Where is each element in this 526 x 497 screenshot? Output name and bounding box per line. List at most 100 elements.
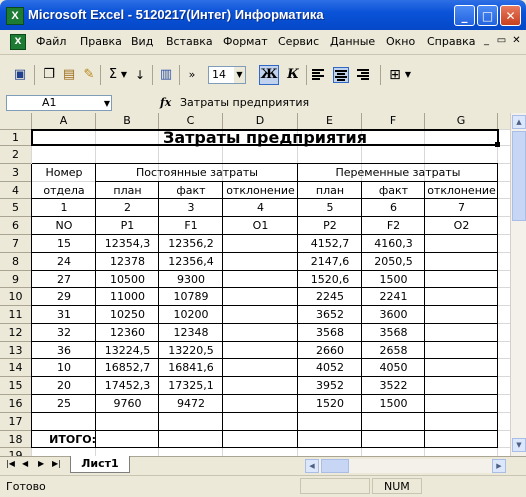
workbook-icon[interactable]: X [10, 34, 26, 50]
name-box-dropdown-icon[interactable]: ▼ [104, 97, 110, 111]
title-bar[interactable]: X Microsoft Excel - 5120217(Интег) Инфор… [0, 0, 526, 30]
data-cell[interactable]: 25 [32, 395, 96, 413]
data-cell[interactable]: 9300 [159, 271, 223, 288]
save-icon[interactable]: ▣ [10, 65, 30, 85]
close-button[interactable]: ✕ [500, 5, 521, 26]
scroll-right-icon[interactable]: ▶ [492, 459, 506, 473]
data-cell[interactable]: 10 [32, 359, 96, 377]
row-header-6[interactable]: 6 [0, 217, 32, 235]
row-header-13[interactable]: 13 [0, 342, 32, 359]
column-code-cell[interactable]: F1 [159, 217, 223, 235]
data-cell[interactable]: 24 [32, 253, 96, 271]
data-cell[interactable]: 13220,5 [159, 342, 223, 359]
autosum-icon[interactable]: Σ [105, 65, 121, 85]
data-cell[interactable]: 12354,3 [96, 235, 159, 253]
header-plan[interactable]: план [298, 182, 362, 199]
worksheet-grid[interactable]: A B C D E F G 1 2 3 4 5 6 7 8 9 10 11 12 13 14 15 16 17 18 19 Затр… [0, 113, 510, 456]
data-cell[interactable]: 9760 [96, 395, 159, 413]
data-cell[interactable]: 3600 [362, 306, 425, 324]
data-cell[interactable]: 15 [32, 235, 96, 253]
data-cell[interactable]: 2660 [298, 342, 362, 359]
column-number-cell[interactable]: 3 [159, 199, 223, 217]
data-cell[interactable]: 4152,7 [298, 235, 362, 253]
align-right-icon[interactable] [355, 67, 371, 83]
row-header-14[interactable]: 14 [0, 359, 32, 377]
scroll-left-icon[interactable]: ◀ [305, 459, 319, 473]
total-label-cell[interactable]: ИТОГО: [32, 431, 96, 448]
data-cell[interactable]: 27 [32, 271, 96, 288]
column-header-b[interactable]: B [96, 113, 159, 130]
font-size-select[interactable]: 14 ▼ [208, 66, 246, 84]
paste-icon[interactable]: ▤ [60, 65, 78, 85]
prev-sheet-icon[interactable]: ◀ [22, 459, 28, 468]
row-header-5[interactable]: 5 [0, 199, 32, 217]
select-all-corner[interactable] [0, 113, 32, 130]
row-header-19[interactable]: 19 [0, 448, 32, 456]
vertical-scrollbar[interactable]: ▲ ▼ [510, 113, 526, 456]
row-header-11[interactable]: 11 [0, 306, 32, 324]
data-cell[interactable]: 10250 [96, 306, 159, 324]
data-cell[interactable]: 1520 [298, 395, 362, 413]
column-number-cell[interactable]: 7 [425, 199, 498, 217]
column-code-cell[interactable]: P1 [96, 217, 159, 235]
row-header-8[interactable]: 8 [0, 253, 32, 271]
maximize-button[interactable]: □ [477, 5, 498, 26]
row-header-3[interactable]: 3 [0, 164, 32, 182]
borders-icon[interactable]: ⊞ [386, 65, 404, 85]
data-cell[interactable]: 1500 [362, 395, 425, 413]
data-cell[interactable]: 29 [32, 288, 96, 306]
data-cell[interactable]: 1500 [362, 271, 425, 288]
row-header-12[interactable]: 12 [0, 324, 32, 342]
autosum-dropdown-icon[interactable]: ▼ [120, 65, 128, 85]
data-cell[interactable]: 20 [32, 377, 96, 395]
header-deviation[interactable]: отклонение [223, 182, 298, 199]
horizontal-scrollbar[interactable]: ◀ ▶ [305, 459, 506, 473]
data-cell[interactable]: 9472 [159, 395, 223, 413]
column-code-cell[interactable]: F2 [362, 217, 425, 235]
data-cell[interactable]: 3652 [298, 306, 362, 324]
row-header-15[interactable]: 15 [0, 377, 32, 395]
column-header-f[interactable]: F [362, 113, 425, 130]
horizontal-scroll-thumb[interactable] [321, 459, 349, 473]
header-deviation[interactable]: отклонение [425, 182, 498, 199]
data-cell[interactable]: 10500 [96, 271, 159, 288]
menu-data[interactable]: Данные [330, 35, 375, 48]
data-cell[interactable]: 4050 [362, 359, 425, 377]
header-fixed-costs[interactable]: Постоянные затраты [96, 164, 298, 182]
align-center-icon[interactable] [333, 67, 349, 83]
data-cell[interactable]: 36 [32, 342, 96, 359]
column-code-cell[interactable]: O1 [223, 217, 298, 235]
row-header-7[interactable]: 7 [0, 235, 32, 253]
menu-format[interactable]: Формат [223, 35, 268, 48]
data-cell[interactable]: 11000 [96, 288, 159, 306]
column-number-cell[interactable]: 6 [362, 199, 425, 217]
data-cell[interactable]: 10789 [159, 288, 223, 306]
column-number-cell[interactable]: 4 [223, 199, 298, 217]
column-header-extra[interactable] [498, 113, 510, 130]
toolbar-options-icon[interactable]: » [186, 65, 198, 85]
doc-restore-button[interactable]: ▭ [495, 35, 508, 48]
row-header-2[interactable]: 2 [0, 146, 32, 164]
sort-ascending-icon[interactable]: ↓ [130, 65, 150, 85]
data-cell[interactable]: 3568 [362, 324, 425, 342]
data-cell[interactable]: 16841,6 [159, 359, 223, 377]
row-header-18[interactable]: 18 [0, 431, 32, 448]
row-header-1[interactable]: 1 [0, 130, 32, 146]
column-number-cell[interactable]: 1 [32, 199, 96, 217]
menu-window[interactable]: Окно [386, 35, 415, 48]
data-cell[interactable]: 3522 [362, 377, 425, 395]
data-cell[interactable]: 2241 [362, 288, 425, 306]
header-fact[interactable]: факт [362, 182, 425, 199]
data-cell[interactable]: 1520,6 [298, 271, 362, 288]
menu-view[interactable]: Вид [131, 35, 153, 48]
menu-tools[interactable]: Сервис [278, 35, 319, 48]
data-cell[interactable]: 10200 [159, 306, 223, 324]
fill-handle[interactable] [495, 142, 500, 147]
data-cell[interactable]: 17452,3 [96, 377, 159, 395]
italic-button[interactable]: К [284, 65, 302, 85]
name-box[interactable]: A1 ▼ [6, 95, 112, 111]
data-cell[interactable]: 12356,2 [159, 235, 223, 253]
format-painter-icon[interactable]: ✎ [80, 65, 98, 85]
header-plan[interactable]: план [96, 182, 159, 199]
header-variable-costs[interactable]: Переменные затраты [298, 164, 498, 182]
